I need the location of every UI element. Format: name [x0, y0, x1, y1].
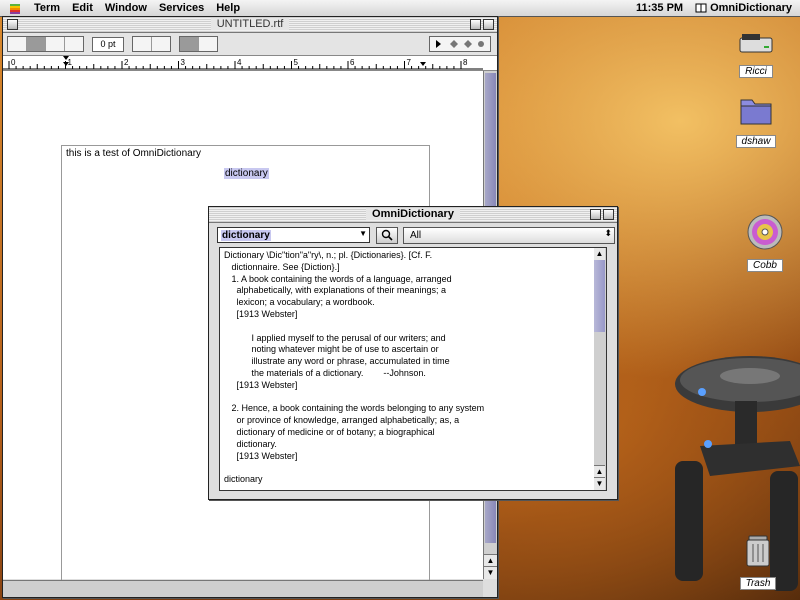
line-spacing-button[interactable]	[133, 37, 152, 51]
close-box-icon[interactable]	[7, 19, 18, 30]
menu-help[interactable]: Help	[216, 2, 240, 14]
align-justify-button[interactable]	[46, 37, 65, 51]
scroll-down-arrow-icon[interactable]: ▼	[594, 477, 605, 490]
document-horizontal-scrollbar[interactable]	[3, 580, 483, 597]
dictionary-window: OmniDictionary dictionary ▼ All ⬍ Dictio…	[208, 206, 618, 500]
definition-line: dictionnaire. See {Diction}.]	[224, 261, 340, 272]
definition-line: I applied myself to the perusal of our w…	[224, 332, 446, 343]
ruler-number: 3	[181, 58, 186, 67]
ruler-number: 6	[350, 58, 355, 67]
home-folder-icon	[740, 99, 772, 125]
search-button[interactable]	[376, 226, 398, 244]
definition-line: alphabetically, with explanations of the…	[224, 285, 446, 296]
tab-stop-palette[interactable]	[429, 36, 491, 52]
definition-scrollbar[interactable]: ▲ ▲ ▼	[594, 247, 607, 491]
document-titlebar[interactable]: UNTITLED.rtf	[3, 17, 497, 33]
lock-group	[179, 36, 218, 52]
search-icon	[381, 229, 393, 241]
menu-term[interactable]: Term	[34, 2, 60, 14]
cd-icon	[747, 214, 783, 250]
zoom-box-icon[interactable]	[470, 19, 481, 30]
select-arrows-icon: ⬍	[604, 227, 612, 238]
definition-line	[224, 321, 598, 333]
menu-edit[interactable]: Edit	[72, 2, 93, 14]
desktop-icon-label: dshaw	[735, 135, 777, 148]
ruler-number: 2	[124, 58, 129, 67]
chevron-down-icon[interactable]: ▼	[359, 229, 367, 238]
unlock-icon[interactable]	[199, 37, 217, 51]
hard-drive-icon	[739, 34, 773, 53]
scope-value: All	[410, 229, 422, 241]
definition-line: or province of knowledge, arranged alpha…	[224, 415, 460, 426]
definition-line: noting whatever might be of use to ascer…	[224, 344, 439, 355]
dictionary-title: OmniDictionary	[366, 208, 460, 220]
desktop-icon-label: Ricci	[739, 65, 773, 78]
definition-line: dictionary	[224, 474, 263, 485]
menu-window[interactable]: Window	[105, 2, 147, 14]
definition-line: [1913 Webster]	[224, 379, 298, 390]
definition-line: [1913 Webster]	[224, 450, 298, 461]
definition-line: dictionary.	[224, 438, 277, 449]
font-size-field[interactable]: 0 pt	[92, 36, 124, 52]
dictionary-controls: dictionary ▼ All ⬍	[209, 223, 617, 247]
collapse-box-icon[interactable]	[603, 209, 614, 220]
paragraph-spacing-button[interactable]	[152, 37, 170, 51]
desktop-icon-dshaw[interactable]: dshaw	[726, 94, 786, 149]
document-title: UNTITLED.rtf	[210, 18, 290, 30]
definition-line: 2. Hence, a book containing the words be…	[224, 403, 485, 414]
scroll-down-arrow-icon[interactable]: ▼	[484, 566, 497, 579]
definition-text[interactable]: Dictionary \Dic"tion"a"ry\, n.; pl. {Dic…	[219, 247, 599, 491]
desktop-icon-ricci[interactable]: Ricci	[726, 30, 786, 79]
desktop-icon-trash[interactable]: Trash	[728, 532, 788, 591]
definition-line: [1913 Webster]	[224, 308, 298, 319]
desktop-icon-label: Trash	[739, 577, 777, 590]
align-left-button[interactable]	[8, 37, 27, 51]
menu-clock[interactable]: 11:35 PM	[636, 2, 683, 14]
definition-scroll-thumb[interactable]	[594, 260, 605, 332]
definition-line: illustrate any word or phrase, accumulat…	[224, 356, 450, 367]
definition-line	[224, 392, 598, 404]
menu-bar: Term Edit Window Services Help 11:35 PM …	[0, 0, 800, 17]
search-input-value: dictionary	[221, 229, 271, 241]
definition-line: dictionary of medicine or of botany; a b…	[224, 426, 435, 437]
ruler-number: 7	[407, 58, 412, 67]
apple-icon[interactable]	[8, 1, 22, 15]
menu-services[interactable]: Services	[159, 2, 204, 14]
collapse-box-icon[interactable]	[483, 19, 494, 30]
trash-icon	[746, 535, 770, 567]
alignment-group	[7, 36, 84, 52]
zoom-box-icon[interactable]	[590, 209, 601, 220]
ruler-number: 8	[463, 58, 468, 67]
align-right-button[interactable]	[65, 37, 83, 51]
selected-text[interactable]: dictionary	[224, 168, 269, 179]
definition-line: Dictionary \Dic"tion"a"ry\, n.; pl. {Dic…	[224, 250, 433, 260]
desktop-icon-cobb[interactable]: Cobb	[735, 214, 795, 273]
format-toolbar: 0 pt	[3, 33, 497, 56]
lock-icon[interactable]	[180, 37, 199, 51]
ruler-number: 4	[237, 58, 242, 67]
tab-stops-icon	[436, 40, 484, 48]
definition-line: 1. A book containing the words of a lang…	[224, 273, 452, 284]
definition-line: the materials of a dictionary. --Johnson…	[224, 367, 426, 378]
ruler[interactable]: 012345678	[3, 56, 497, 71]
dictionary-titlebar[interactable]: OmniDictionary	[209, 207, 617, 223]
search-input[interactable]: dictionary ▼	[217, 227, 370, 243]
definition-line	[224, 462, 598, 474]
align-center-button[interactable]	[27, 37, 46, 51]
ruler-ticks: 012345678	[3, 56, 483, 70]
spacing-group	[132, 36, 171, 52]
desktop-icon-label: Cobb	[747, 259, 783, 272]
dictionary-scope-select[interactable]: All ⬍	[403, 226, 615, 244]
document-text: this is a test of OmniDictionary	[66, 148, 202, 159]
application-menu[interactable]: OmniDictionary	[695, 2, 792, 14]
ruler-number: 5	[294, 58, 299, 67]
application-menu-label: OmniDictionary	[710, 2, 792, 14]
definition-lines: Dictionary \Dic"tion"a"ry\, n.; pl. {Dic…	[220, 248, 598, 486]
dictionary-app-icon	[695, 3, 707, 13]
ruler-number: 0	[11, 58, 16, 67]
definition-line: lexicon; a vocabulary; a wordbook.	[224, 297, 375, 308]
